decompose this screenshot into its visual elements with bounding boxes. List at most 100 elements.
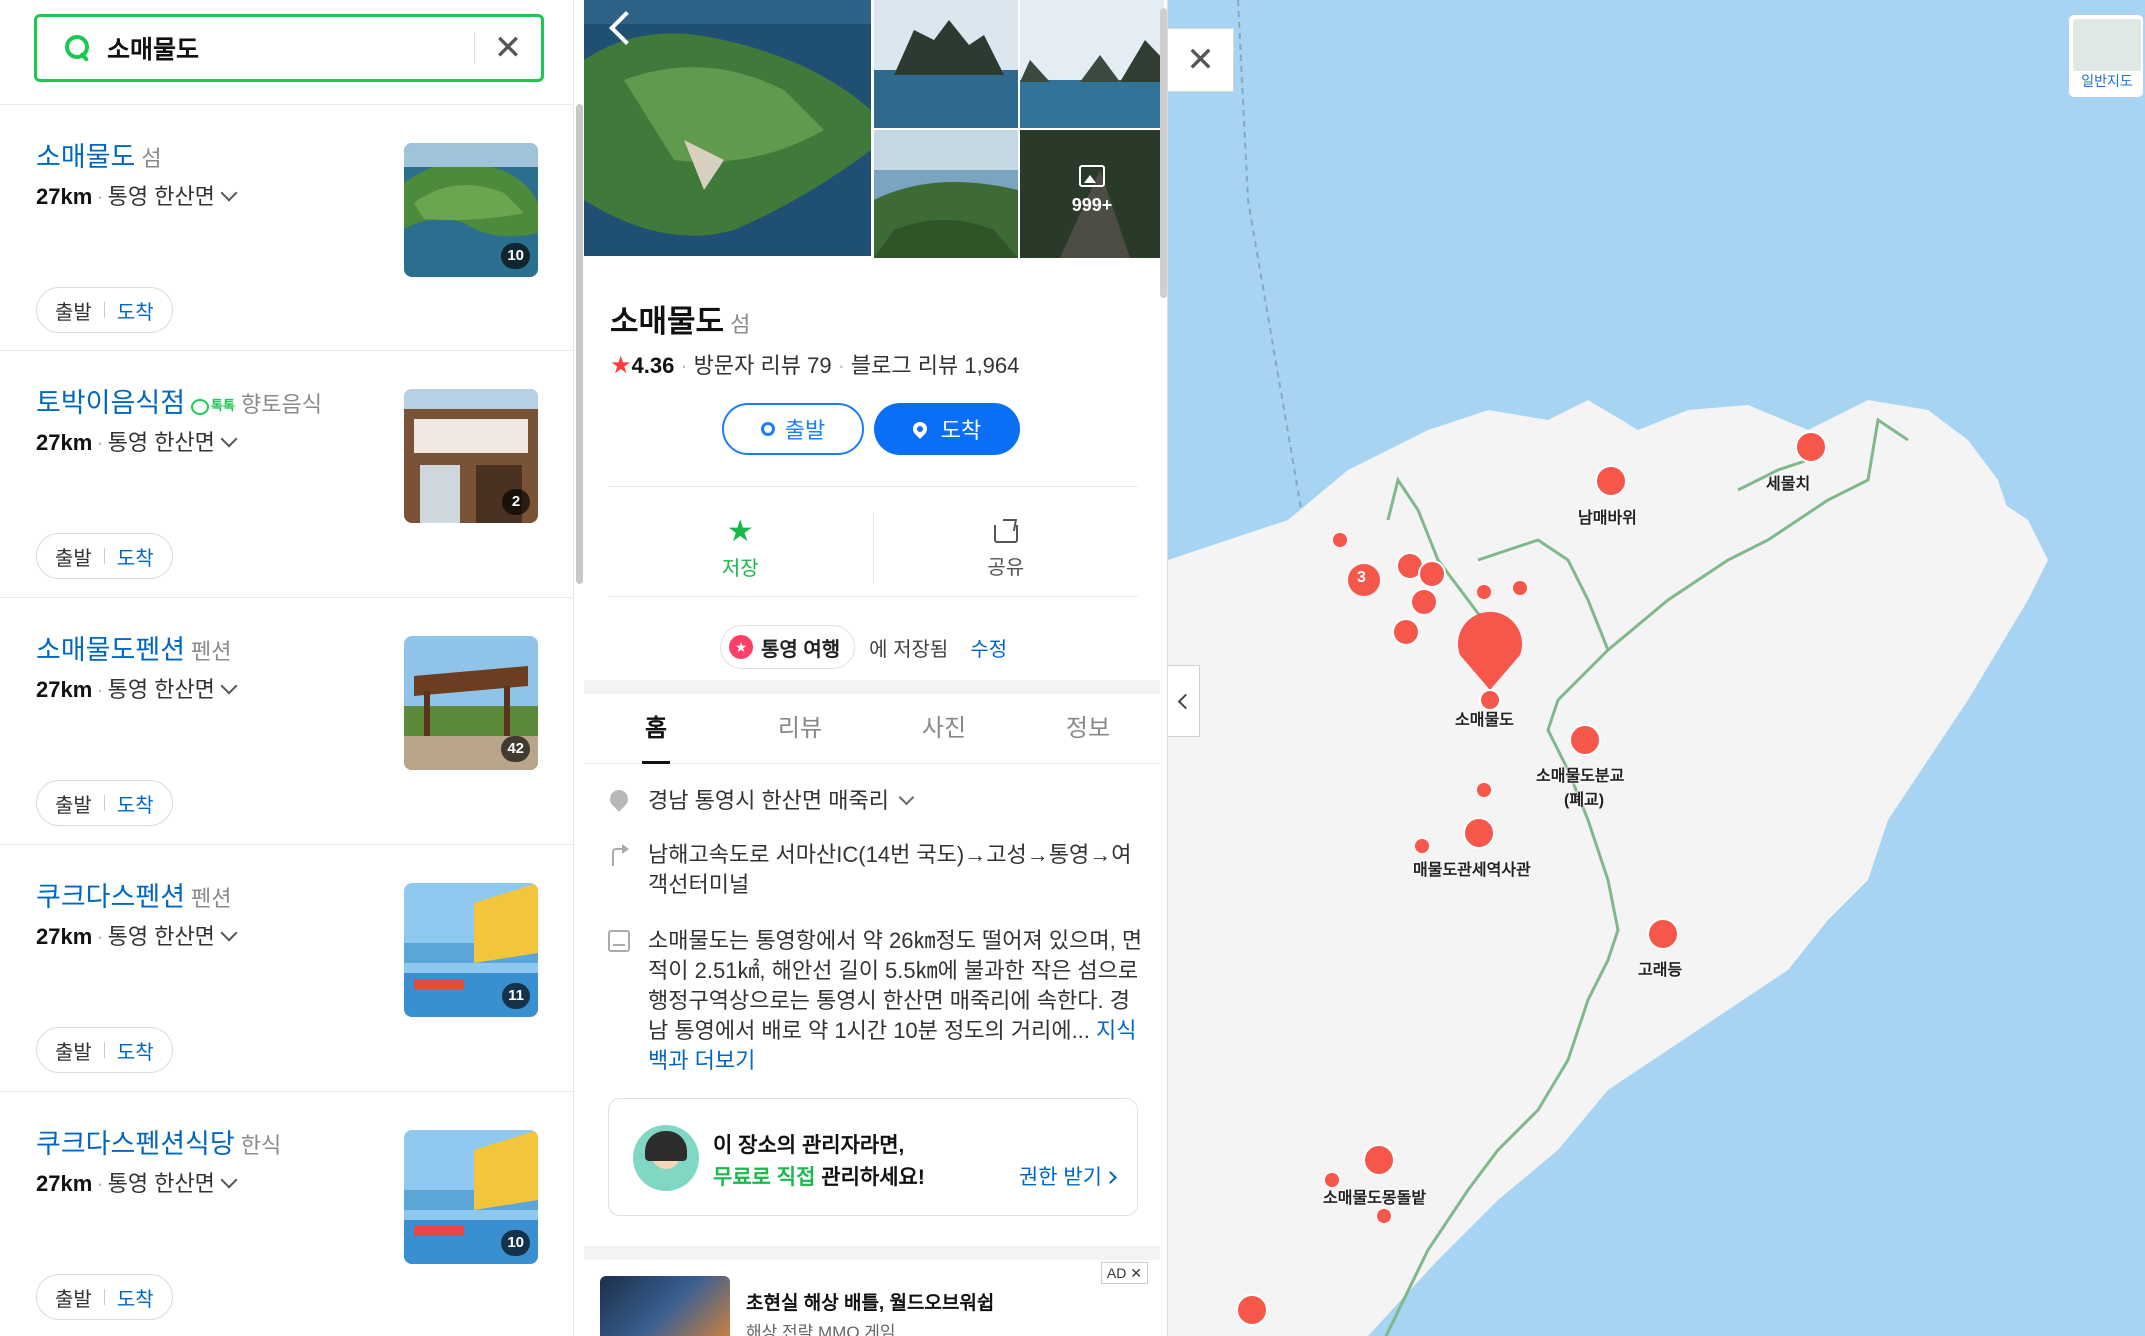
list-item[interactable]: 쿠크다스펜션 펜션 27km · 통영 한산면 11 출발 도착 bbox=[0, 845, 573, 1092]
list-item[interactable]: 쿠크다스펜션식당 한식 27km · 통영 한산면 10 출발 도착 bbox=[0, 1092, 573, 1336]
result-title[interactable]: 쿠크다스펜션식당 bbox=[36, 1129, 235, 1159]
result-start-button[interactable]: 출발 bbox=[55, 1036, 92, 1065]
result-title-row[interactable]: 소매물도펜션 펜션 bbox=[36, 628, 232, 667]
list-item[interactable]: 소매물도펜션 펜션 27km · 통영 한산면 42 출발 도착 bbox=[0, 598, 573, 845]
result-start-button[interactable]: 출발 bbox=[55, 296, 92, 325]
result-arrive-button[interactable]: 도착 bbox=[117, 542, 154, 571]
ad-title[interactable]: 초현실 해상 배틀, 월드오브워쉽 bbox=[746, 1288, 994, 1315]
map-label-mongdol[interactable]: 소매물도몽돌밭 bbox=[1323, 1184, 1426, 1208]
more-photos-overlay[interactable]: 999+ bbox=[1020, 130, 1164, 258]
map-label-nammaebawi[interactable]: 남매바위 bbox=[1578, 504, 1637, 528]
gallery-photo[interactable] bbox=[874, 0, 1018, 128]
result-thumbnail[interactable]: 10 bbox=[404, 1130, 538, 1264]
search-input[interactable] bbox=[107, 33, 474, 63]
star-icon: ★ bbox=[726, 514, 754, 548]
close-detail-icon[interactable]: ✕ bbox=[1168, 28, 1234, 92]
ad-badge[interactable]: AD ✕ bbox=[1100, 1262, 1148, 1284]
result-thumbnail[interactable]: 2 bbox=[404, 389, 538, 523]
rating-value: 4.36 bbox=[631, 353, 675, 378]
result-title[interactable]: 소매물도 bbox=[36, 142, 135, 172]
chevron-down-icon[interactable] bbox=[220, 677, 238, 695]
description-text: 소매물도는 통영항에서 약 26㎞정도 떨어져 있으며, 면적이 2.51㎢, … bbox=[648, 928, 1143, 1043]
dot-separator: · bbox=[96, 677, 104, 702]
main-photo[interactable] bbox=[584, 0, 871, 256]
chevron-down-icon[interactable] bbox=[220, 430, 238, 448]
saved-text: 에 저장됨 bbox=[869, 638, 949, 661]
result-start-button[interactable]: 출발 bbox=[55, 1283, 92, 1312]
result-title-row[interactable]: 소매물도 섬 bbox=[36, 135, 162, 174]
list-item[interactable]: 소매물도 섬 27km · 통영 한산면 10 출발 도착 bbox=[0, 104, 573, 351]
tab-reviews[interactable]: 리뷰 bbox=[728, 694, 872, 763]
owner-claim-card[interactable]: 이 장소의 관리자라면, 무료로 직접 관리하세요! 권한 받기 bbox=[608, 1098, 1138, 1216]
address-row[interactable]: 경남 통영시 한산면 매죽리 bbox=[606, 786, 1148, 816]
start-button[interactable]: 출발 bbox=[722, 403, 864, 455]
result-start-button[interactable]: 출발 bbox=[55, 542, 92, 571]
chevron-down-icon[interactable] bbox=[220, 924, 238, 942]
owner-line1: 이 장소의 관리자라면, bbox=[713, 1134, 905, 1157]
search-icon[interactable] bbox=[65, 35, 91, 61]
map-label-museum[interactable]: 매물도관세역사관 bbox=[1413, 856, 1531, 880]
clear-search-icon[interactable]: ✕ bbox=[475, 17, 541, 79]
chevron-down-icon[interactable] bbox=[220, 184, 238, 202]
result-title-row[interactable]: 쿠크다스펜션 펜션 bbox=[36, 875, 232, 914]
chevron-down-icon[interactable] bbox=[220, 1171, 238, 1189]
map-label-somaemuldo[interactable]: 소매물도 bbox=[1455, 706, 1514, 730]
result-arrive-button[interactable]: 도착 bbox=[117, 1283, 154, 1312]
result-category: 향토음식 bbox=[240, 392, 322, 417]
result-title[interactable]: 토박이음식점 bbox=[36, 388, 185, 418]
result-arrive-button[interactable]: 도착 bbox=[117, 1036, 154, 1065]
map-type-toggle[interactable]: 일반지도 bbox=[2068, 14, 2144, 98]
map-label-semulchi[interactable]: 세물치 bbox=[1766, 470, 1810, 494]
result-title-row[interactable]: 쿠크다스펜션식당 한식 bbox=[36, 1122, 281, 1161]
search-box[interactable]: ✕ bbox=[34, 14, 544, 82]
talktalk-badge[interactable]: 톡톡 bbox=[191, 395, 235, 415]
gallery-photo[interactable] bbox=[874, 130, 1018, 258]
chevron-down-icon[interactable] bbox=[898, 789, 915, 806]
detail-scrollbar[interactable] bbox=[1158, 0, 1168, 300]
result-start-button[interactable]: 출발 bbox=[55, 789, 92, 818]
photo-count: 2 bbox=[502, 489, 530, 515]
result-title-row[interactable]: 토박이음식점 톡톡 향토음식 bbox=[36, 381, 322, 420]
map-type-thumbnail bbox=[2073, 19, 2141, 71]
saved-list-chip[interactable]: ★ 통영 여행 bbox=[720, 625, 856, 669]
blog-reviews-link[interactable]: 블로그 리뷰 1,964 bbox=[851, 353, 1019, 378]
share-button[interactable]: 공유 bbox=[874, 500, 1139, 596]
location-pin-icon bbox=[909, 419, 930, 439]
photo-gallery[interactable]: 999+ bbox=[584, 0, 1164, 272]
action-separator bbox=[103, 1042, 105, 1058]
ad-subtitle: 해상 전략 MMO 게임 bbox=[746, 1323, 896, 1336]
list-item[interactable]: 토박이음식점 톡톡 향토음식 27km · 통영 한산면 2 출발 도착 bbox=[0, 351, 573, 598]
result-list: 소매물도 섬 27km · 통영 한산면 10 출발 도착 토박이음식점 톡톡 향토음식 2… bbox=[0, 104, 573, 1336]
claim-permission-link[interactable]: 권한 받기 bbox=[1019, 1161, 1117, 1191]
map-canvas[interactable]: 세물치 남매바위 소매물도 소매물도분교 (폐교) 매물도관세역사관 고래등 소… bbox=[1168, 0, 2145, 1336]
result-thumbnail[interactable]: 10 bbox=[404, 143, 538, 277]
result-title[interactable]: 소매물도펜션 bbox=[36, 635, 185, 665]
gallery-photo[interactable] bbox=[1020, 0, 1164, 128]
tab-home[interactable]: 홈 bbox=[584, 694, 728, 764]
results-scrollbar[interactable] bbox=[574, 104, 584, 584]
result-thumbnail[interactable]: 42 bbox=[404, 636, 538, 770]
ad-image[interactable] bbox=[600, 1276, 730, 1336]
gallery-photo[interactable]: 999+ bbox=[1020, 130, 1164, 258]
result-thumbnail[interactable]: 11 bbox=[404, 883, 538, 1017]
map-label-school[interactable]: 소매물도분교 bbox=[1536, 762, 1624, 786]
map-drawing bbox=[1168, 0, 2048, 1336]
tab-info[interactable]: 정보 bbox=[1016, 694, 1160, 763]
result-arrive-button[interactable]: 도착 bbox=[117, 296, 154, 325]
edit-saved-link[interactable]: 수정 bbox=[970, 633, 1007, 662]
collapse-panel-button[interactable] bbox=[1168, 665, 1200, 737]
ad-card[interactable]: 초현실 해상 배틀, 월드오브워쉽 해상 전략 MMO 게임 AD ✕ bbox=[584, 1260, 1160, 1336]
map-label-goraedeung[interactable]: 고래등 bbox=[1638, 956, 1682, 980]
result-title[interactable]: 쿠크다스펜션 bbox=[36, 882, 185, 912]
map-type-label: 일반지도 bbox=[2081, 73, 2133, 89]
arrive-button[interactable]: 도착 bbox=[874, 403, 1020, 455]
tab-photos[interactable]: 사진 bbox=[872, 694, 1016, 763]
place-title: 소매물도 bbox=[610, 304, 725, 339]
save-button[interactable]: ★ 저장 bbox=[608, 500, 873, 596]
saved-list-row: ★ 통영 여행 에 저장됨 수정 bbox=[584, 614, 1160, 680]
visitor-reviews-link[interactable]: 방문자 리뷰 79 bbox=[694, 353, 832, 378]
result-arrive-button[interactable]: 도착 bbox=[117, 789, 154, 818]
cluster-count[interactable]: 3 bbox=[1357, 569, 1366, 587]
result-actions: 출발 도착 bbox=[36, 533, 173, 579]
result-region: 통영 한산면 bbox=[107, 924, 215, 949]
